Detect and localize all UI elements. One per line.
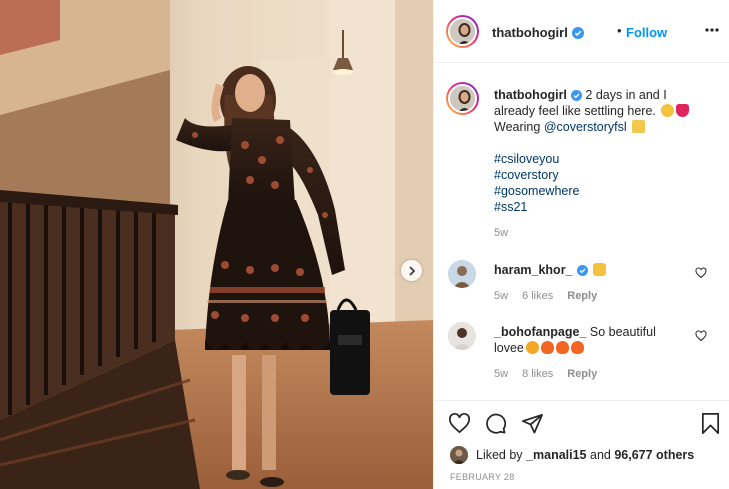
comment-meta: 5w 6 likes Reply	[494, 290, 611, 302]
author-username[interactable]: thatbohogirl	[492, 25, 584, 40]
comment-body-line-2: lovee	[494, 341, 524, 355]
bookmark-icon[interactable]	[700, 412, 721, 435]
heart-icon[interactable]	[448, 412, 471, 435]
more-options-icon[interactable]	[705, 23, 719, 37]
face-emoji-icon	[661, 104, 675, 117]
verified-badge-icon	[576, 265, 588, 276]
follow-button[interactable]: Follow	[626, 25, 667, 40]
raised-hands-emoji-icon	[593, 263, 606, 276]
author-avatar[interactable]	[446, 15, 479, 48]
comment-likes[interactable]: 6 likes	[522, 290, 553, 302]
liked-by-user[interactable]: _manali15	[526, 448, 586, 462]
comment-age[interactable]: 5w	[494, 368, 508, 380]
caption-text: thatbohogirl 2 days in and I already fee…	[494, 87, 716, 215]
hashtag[interactable]: #ss21	[494, 200, 527, 214]
commenter-username[interactable]: _bohofanpage_	[494, 325, 586, 339]
heart-eyes-emoji-icon	[525, 341, 539, 354]
likes-count[interactable]: 96,677 others	[614, 448, 694, 462]
caption-line-2: already feel like settling here.	[494, 104, 656, 118]
profile-photo-icon	[450, 86, 475, 111]
commenter-avatar[interactable]	[448, 322, 476, 350]
comment-like-heart-icon[interactable]	[695, 330, 707, 342]
next-photo-button[interactable]	[401, 260, 422, 281]
liked-by-middle: and	[590, 448, 611, 462]
caption-meta: 5w	[494, 227, 522, 239]
post-photo[interactable]	[0, 0, 433, 489]
instagram-post: thatbohogirl • Follow thatbohogirl 2 day…	[0, 0, 729, 489]
verified-badge-icon	[570, 90, 582, 101]
post-date[interactable]: FEBRUARY 28	[450, 472, 515, 482]
chevron-right-icon	[408, 265, 415, 276]
comment-text: _bohofanpage_ So beautiful lovee	[494, 324, 679, 356]
profile-photo-icon	[448, 260, 476, 288]
comment-age[interactable]: 5w	[494, 290, 508, 302]
caption-mention[interactable]: @coverstoryfsl	[544, 120, 627, 134]
post-actions: Liked by _manali15 and 96,677 others FEB…	[434, 400, 729, 489]
fire-emoji-icon	[540, 341, 554, 354]
comment-text: haram_khor_	[494, 262, 679, 278]
fire-emoji-icon	[555, 341, 569, 354]
caption-line-1: 2 days in and I	[585, 88, 667, 102]
commenter-username[interactable]: haram_khor_	[494, 263, 573, 277]
hashtag[interactable]: #coverstory	[494, 168, 559, 182]
liker-avatar[interactable]	[450, 446, 468, 464]
comment-like-heart-icon[interactable]	[695, 267, 707, 279]
profile-photo-icon	[450, 19, 475, 44]
comment-body: So beautiful	[589, 325, 656, 339]
sparkle-emoji-icon	[632, 120, 646, 133]
hashtag[interactable]: #gosomewhere	[494, 184, 579, 198]
share-icon[interactable]	[521, 412, 544, 435]
commenter-avatar[interactable]	[448, 260, 476, 288]
caption-age[interactable]: 5w	[494, 227, 508, 239]
liked-by-prefix: Liked by	[476, 448, 523, 462]
hashtag[interactable]: #csiloveyou	[494, 152, 559, 166]
comment-likes[interactable]: 8 likes	[522, 368, 553, 380]
caption-line-3-prefix: Wearing	[494, 120, 541, 134]
post-side-panel: thatbohogirl • Follow thatbohogirl 2 day…	[433, 0, 729, 489]
heart-emoji-icon	[676, 104, 690, 117]
profile-photo-icon	[450, 446, 468, 464]
comment-meta: 5w 8 likes Reply	[494, 368, 611, 380]
caption-username[interactable]: thatbohogirl	[494, 88, 567, 102]
reply-button[interactable]: Reply	[567, 368, 597, 380]
header-separator: •	[617, 23, 622, 38]
caption-avatar[interactable]	[446, 82, 479, 115]
profile-photo-icon	[448, 322, 476, 350]
photo-illustration	[0, 0, 433, 489]
post-header: thatbohogirl • Follow	[434, 0, 729, 63]
author-username-text[interactable]: thatbohogirl	[492, 25, 568, 40]
verified-badge-icon	[571, 27, 584, 39]
comment-icon[interactable]	[484, 412, 507, 435]
liked-by: Liked by _manali15 and 96,677 others	[450, 446, 694, 464]
fire-emoji-icon	[570, 341, 584, 354]
reply-button[interactable]: Reply	[567, 290, 597, 302]
